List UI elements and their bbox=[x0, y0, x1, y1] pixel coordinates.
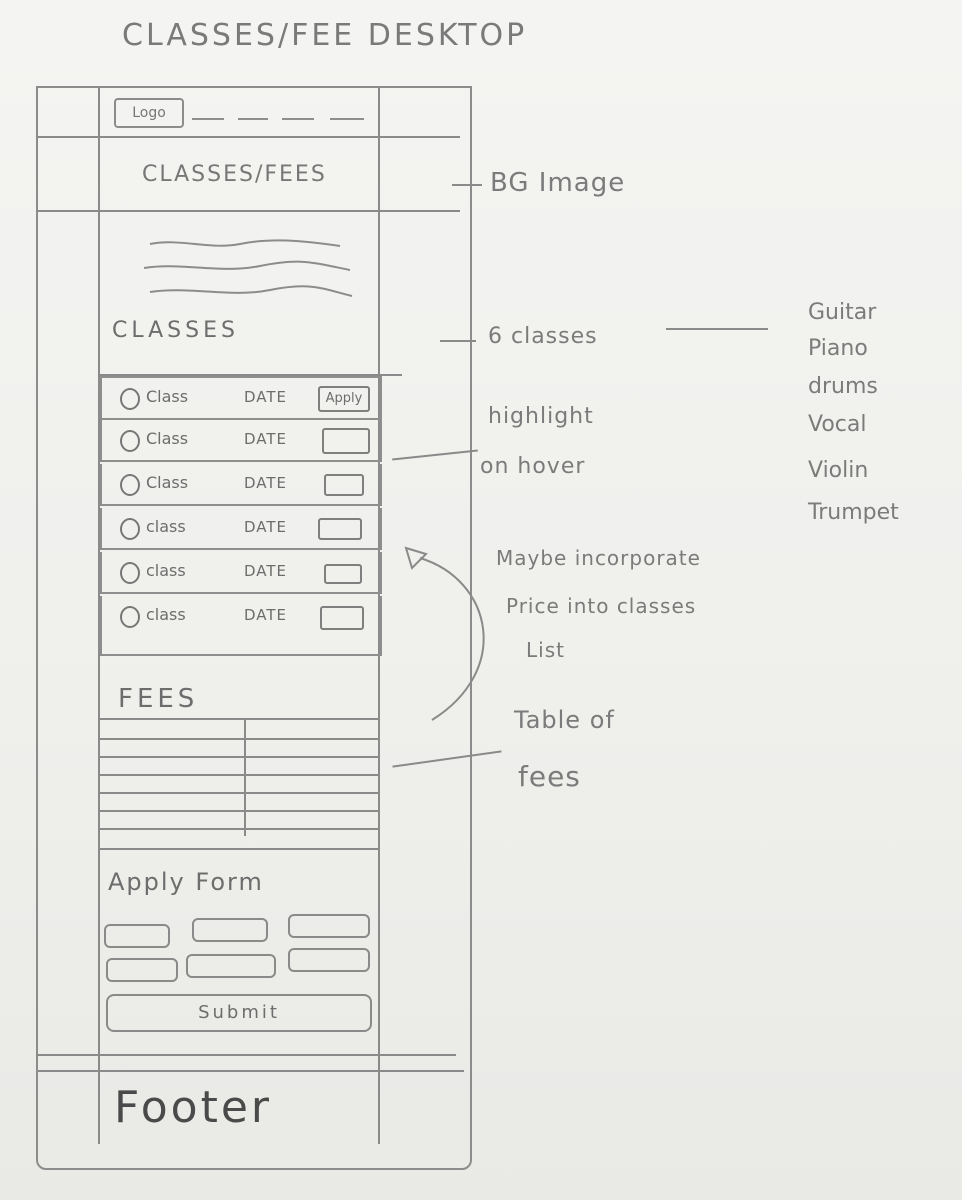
class-label: Class bbox=[146, 387, 189, 406]
fees-annotation-line2: fees bbox=[518, 760, 581, 793]
class-name-violin: Violin bbox=[808, 458, 869, 483]
class-radio[interactable] bbox=[120, 518, 140, 540]
class-date: DATE bbox=[244, 430, 288, 448]
fees-table-rule bbox=[100, 756, 380, 758]
price-annotation-line1: Maybe incorporate bbox=[496, 546, 701, 570]
price-annotation-line2: Price into classes bbox=[506, 594, 697, 618]
fees-heading: FEES bbox=[118, 684, 199, 714]
class-name-drums: drums bbox=[808, 374, 878, 399]
hover-annotation-line2: on hover bbox=[480, 454, 586, 479]
hero-bottom-rule bbox=[36, 210, 460, 212]
price-annotation-arrow bbox=[404, 546, 485, 721]
fees-table-rule bbox=[100, 738, 380, 740]
hover-annotation-line1: highlight bbox=[488, 404, 594, 429]
classes-count-annotation: 6 classes bbox=[488, 324, 598, 349]
fees-table-rule bbox=[100, 810, 380, 812]
fees-table-rule bbox=[100, 792, 380, 794]
apply-form-heading: Apply Form bbox=[108, 868, 264, 896]
hero-title: CLASSES/FEES bbox=[142, 162, 327, 187]
class-date: DATE bbox=[244, 606, 288, 624]
class-row[interactable]: Class DATE bbox=[100, 464, 382, 506]
class-name-piano: Piano bbox=[808, 336, 868, 361]
class-label: class bbox=[146, 605, 186, 624]
form-field-3[interactable] bbox=[288, 914, 370, 938]
page-title: CLASSES/FEE DESKTOP bbox=[122, 18, 528, 53]
fees-annotation-line1: Table of bbox=[514, 706, 615, 734]
class-label: Class bbox=[146, 429, 189, 448]
form-field-4[interactable] bbox=[106, 958, 178, 982]
class-label: Class bbox=[146, 473, 189, 492]
form-field-1[interactable] bbox=[104, 924, 170, 948]
form-field-5[interactable] bbox=[186, 954, 276, 978]
hero-annotation: BG Image bbox=[490, 168, 626, 198]
classes-heading: CLASSES bbox=[112, 318, 239, 343]
class-radio[interactable] bbox=[120, 474, 140, 496]
class-row[interactable]: class DATE bbox=[100, 596, 382, 656]
class-row[interactable]: Class DATE Apply bbox=[100, 376, 382, 420]
apply-button[interactable] bbox=[320, 606, 364, 630]
intro-text-placeholder bbox=[143, 239, 353, 297]
price-annotation-line3: List bbox=[526, 638, 565, 662]
nav-dash-2[interactable] bbox=[238, 118, 268, 120]
logo[interactable]: Logo bbox=[114, 98, 184, 128]
classes-annotation-pointer bbox=[440, 340, 476, 342]
class-date: DATE bbox=[244, 474, 288, 492]
apply-button[interactable] bbox=[324, 474, 364, 496]
class-row[interactable]: class DATE bbox=[100, 508, 382, 550]
fees-table-divider bbox=[244, 720, 246, 836]
nav-dash-3[interactable] bbox=[282, 118, 314, 120]
class-radio[interactable] bbox=[120, 606, 140, 628]
class-radio[interactable] bbox=[120, 430, 140, 452]
class-date: DATE bbox=[244, 518, 288, 536]
class-label: class bbox=[146, 561, 186, 580]
class-date: DATE bbox=[244, 562, 288, 580]
class-row[interactable]: Class DATE bbox=[100, 420, 382, 462]
apply-button[interactable] bbox=[318, 518, 362, 540]
nav-dash-4[interactable] bbox=[330, 118, 364, 120]
submit-button[interactable]: Submit bbox=[106, 994, 372, 1032]
class-label: class bbox=[146, 517, 186, 536]
fees-table-rule bbox=[100, 774, 380, 776]
fees-table-rule bbox=[100, 718, 380, 720]
class-name-guitar: Guitar bbox=[808, 300, 877, 325]
footer-text: Footer bbox=[114, 1082, 272, 1133]
class-radio[interactable] bbox=[120, 562, 140, 584]
class-date: DATE bbox=[244, 388, 288, 406]
form-field-2[interactable] bbox=[192, 918, 268, 942]
footer-top-rule-2 bbox=[38, 1070, 464, 1072]
hero-annotation-pointer bbox=[452, 184, 482, 186]
class-radio[interactable] bbox=[120, 388, 140, 410]
nav-dash-1[interactable] bbox=[192, 118, 224, 120]
footer-top-rule bbox=[36, 1054, 456, 1056]
apply-button[interactable]: Apply bbox=[318, 386, 370, 412]
class-name-trumpet: Trumpet bbox=[808, 500, 899, 525]
apply-button[interactable] bbox=[324, 564, 362, 584]
fees-table-rule bbox=[100, 828, 380, 830]
apply-button[interactable] bbox=[322, 428, 370, 454]
fees-table-rule bbox=[100, 848, 380, 850]
class-list-pointer bbox=[666, 328, 768, 330]
header-bottom-rule bbox=[36, 136, 460, 138]
class-name-vocal: Vocal bbox=[808, 412, 867, 437]
class-row[interactable]: class DATE bbox=[100, 552, 382, 594]
form-field-6[interactable] bbox=[288, 948, 370, 972]
